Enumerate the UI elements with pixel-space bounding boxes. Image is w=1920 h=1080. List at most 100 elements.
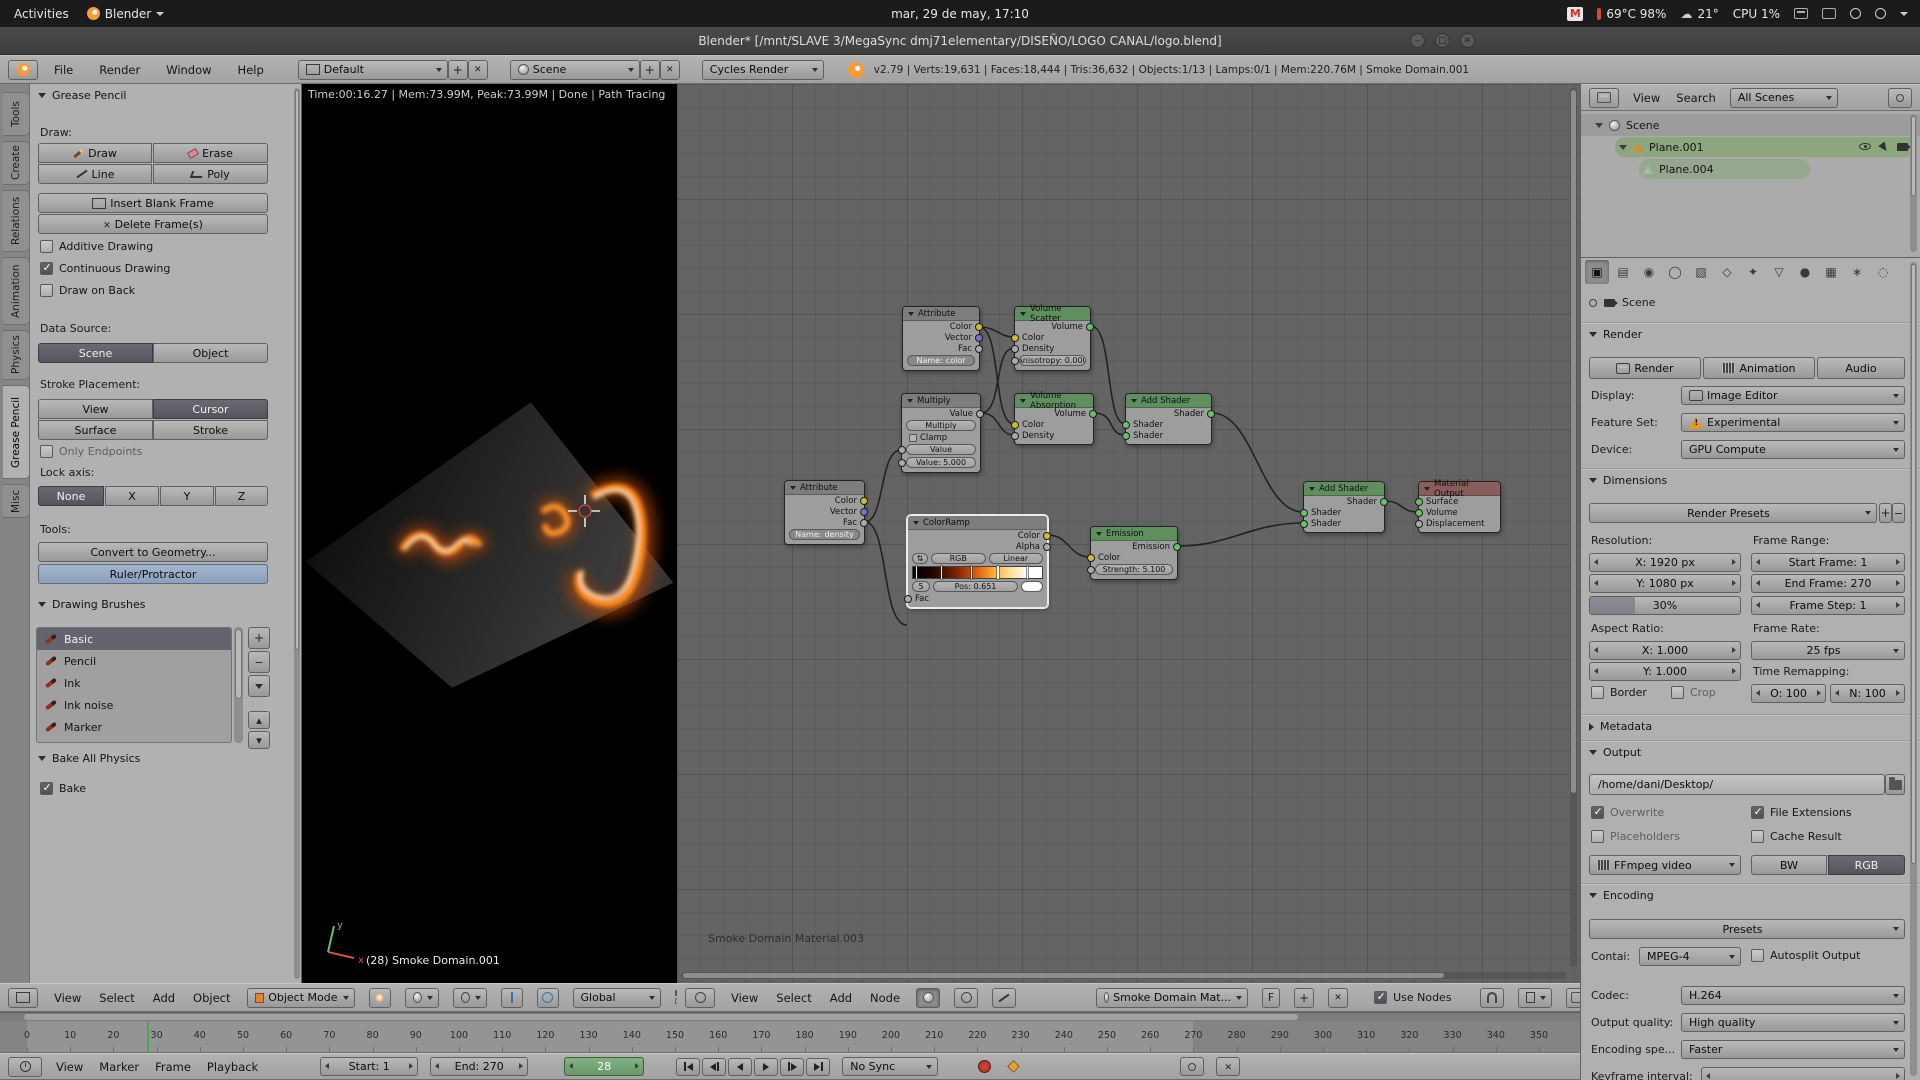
socket-shader-output[interactable] bbox=[1207, 410, 1215, 418]
tab-relations[interactable]: Relations bbox=[3, 190, 30, 252]
codec-selector[interactable]: H.264 bbox=[1681, 986, 1905, 1005]
scene-selector[interactable]: Scene bbox=[510, 60, 640, 80]
color-bw-toggle[interactable]: BW bbox=[1751, 855, 1827, 875]
file-format-selector[interactable]: FFmpeg video bbox=[1589, 855, 1741, 875]
only-endpoints-checkbox[interactable]: Only Endpoints bbox=[40, 445, 142, 458]
ne-menu-node[interactable]: Node bbox=[868, 991, 902, 1005]
tab-tools[interactable]: Tools bbox=[3, 92, 30, 136]
origin-icon-button[interactable] bbox=[369, 988, 391, 1008]
tab-object-icon[interactable]: ▧ bbox=[1689, 260, 1713, 284]
window-maximize-button[interactable]: □ bbox=[1435, 33, 1450, 48]
outliner-menu-search[interactable]: Search bbox=[1674, 91, 1718, 105]
socket-color-input[interactable] bbox=[1011, 421, 1019, 429]
feature-set-selector[interactable]: Experimental bbox=[1681, 413, 1905, 432]
socket-surface-input[interactable] bbox=[1415, 498, 1423, 506]
anisotropy-field[interactable]: Anisotropy: 0.000 bbox=[1019, 355, 1086, 366]
expand-arrow-icon[interactable] bbox=[1619, 145, 1627, 150]
editor-type-button[interactable] bbox=[8, 1057, 42, 1077]
socket-shader-input-2[interactable] bbox=[1122, 432, 1130, 440]
ruler-protractor-button[interactable]: Ruler/Protractor bbox=[38, 564, 268, 584]
bake-checkbox[interactable]: Bake bbox=[40, 782, 86, 795]
node-collapse-icon[interactable] bbox=[1020, 312, 1026, 316]
convert-to-geometry-button[interactable]: Convert to Geometry... bbox=[38, 542, 268, 562]
clamp-checkbox[interactable] bbox=[909, 434, 917, 442]
transform-orientation-selector[interactable]: Global bbox=[573, 988, 661, 1008]
snap-toggle-button[interactable] bbox=[1480, 988, 1504, 1008]
node-collapse-icon[interactable] bbox=[1096, 532, 1102, 536]
tab-data-icon[interactable]: ▽ bbox=[1767, 260, 1791, 284]
tab-render-icon[interactable]: ▣ bbox=[1585, 260, 1609, 284]
node-collapse-icon[interactable] bbox=[1131, 399, 1137, 403]
node-collapse-icon[interactable] bbox=[1020, 399, 1026, 403]
bake-all-physics-panel-header[interactable]: Bake All Physics bbox=[38, 752, 140, 765]
menu-render[interactable]: Render bbox=[97, 63, 142, 77]
value2-field[interactable]: Value: 5.000 bbox=[906, 457, 976, 468]
tab-modifiers-icon[interactable]: ✦ bbox=[1741, 260, 1765, 284]
crop-checkbox[interactable]: Crop bbox=[1671, 686, 1716, 699]
tab-scene-icon[interactable]: ◉ bbox=[1637, 260, 1661, 284]
tl-menu-marker[interactable]: Marker bbox=[97, 1060, 141, 1074]
insert-blank-frame-button[interactable]: Insert Blank Frame bbox=[38, 193, 268, 213]
keyframe-interval-field[interactable] bbox=[1701, 1067, 1905, 1080]
node-add-shader-1[interactable]: Add Shader Shader Shader Shader bbox=[1125, 393, 1212, 445]
current-frame-field[interactable]: 28 bbox=[564, 1057, 644, 1076]
data-source-object-toggle[interactable]: Object bbox=[153, 343, 268, 363]
keyboard-icon[interactable] bbox=[1794, 8, 1808, 19]
brush-list-scrollbar[interactable] bbox=[234, 627, 243, 743]
editor-type-button[interactable] bbox=[8, 60, 38, 80]
network-icon[interactable] bbox=[1822, 8, 1836, 19]
tab-world-icon[interactable]: ◯ bbox=[1663, 260, 1687, 284]
socket-density-input[interactable] bbox=[1011, 432, 1019, 440]
draw-on-back-checkbox[interactable]: Draw on Back bbox=[40, 284, 135, 297]
cache-result-checkbox[interactable]: Cache Result bbox=[1751, 830, 1842, 843]
app-menu-button[interactable]: Blender bbox=[87, 7, 165, 21]
screen-layout-selector[interactable]: Default bbox=[298, 60, 448, 80]
editor-type-button[interactable] bbox=[1589, 88, 1619, 108]
start-frame-field[interactable]: Start: 1 bbox=[320, 1057, 418, 1076]
ramp-stop[interactable] bbox=[941, 566, 942, 579]
record-button[interactable] bbox=[978, 1060, 991, 1073]
tab-physics-icon[interactable]: ◌ bbox=[1871, 260, 1895, 284]
browse-folder-button[interactable] bbox=[1885, 774, 1905, 795]
mode-selector[interactable]: Object Mode bbox=[247, 988, 355, 1008]
current-frame-marker[interactable] bbox=[147, 1021, 149, 1052]
outliner-filter-button[interactable] bbox=[1888, 88, 1912, 108]
socket-vector-output[interactable] bbox=[860, 508, 868, 516]
menu-file[interactable]: File bbox=[52, 63, 75, 77]
node-colorramp[interactable]: ColorRamp Color Alpha ⇅ RGB Linear 5 Pos… bbox=[907, 515, 1048, 608]
socket-shader-output[interactable] bbox=[1380, 498, 1388, 506]
render-presets-selector[interactable]: Render Presets bbox=[1589, 503, 1877, 523]
start-frame-field[interactable]: Start Frame: 1 bbox=[1751, 553, 1905, 572]
delete-frames-button[interactable]: Delete Frame(s) bbox=[38, 214, 268, 234]
socket-volume-output[interactable] bbox=[1086, 323, 1094, 331]
outliner-row-plane001[interactable]: Plane.001 bbox=[1581, 136, 1920, 158]
render-panel-header[interactable]: Render bbox=[1589, 328, 1642, 341]
stroke-view-toggle[interactable]: View bbox=[38, 399, 153, 419]
socket-shader-input-1[interactable] bbox=[1122, 421, 1130, 429]
new-material-button[interactable] bbox=[1294, 988, 1314, 1008]
vp-menu-view[interactable]: View bbox=[52, 991, 83, 1005]
frame-step-field[interactable]: Frame Step: 1 bbox=[1751, 596, 1905, 615]
lock-axis-none-toggle[interactable]: None bbox=[38, 486, 104, 506]
manipulator-translate-toggle[interactable] bbox=[501, 988, 523, 1008]
jump-to-next-keyframe-button[interactable] bbox=[780, 1058, 804, 1076]
keying-set-button[interactable] bbox=[1180, 1057, 1204, 1076]
gmail-badge-icon[interactable]: M bbox=[1567, 7, 1583, 21]
add-layout-button[interactable] bbox=[448, 60, 468, 80]
ramp-color-mode-dropdown[interactable]: RGB bbox=[931, 553, 986, 564]
ne-menu-add[interactable]: Add bbox=[828, 991, 854, 1005]
socket-density-input[interactable] bbox=[1011, 345, 1019, 353]
socket-volume-output[interactable] bbox=[1089, 410, 1097, 418]
shader-type-world-toggle[interactable] bbox=[954, 988, 978, 1008]
erase-button[interactable]: Erase bbox=[153, 143, 268, 163]
manipulator-rotate-toggle[interactable] bbox=[537, 988, 559, 1008]
outliner-row-scene[interactable]: Scene bbox=[1581, 114, 1920, 136]
timeline-ruler[interactable]: 0102030405060708090100110120130140150160… bbox=[0, 1021, 1580, 1053]
ramp-interpolation-dropdown[interactable]: Linear bbox=[989, 553, 1044, 564]
lock-axis-x-toggle[interactable]: X bbox=[105, 486, 159, 506]
menu-help[interactable]: Help bbox=[236, 63, 266, 77]
ramp-tools-button[interactable]: ⇅ bbox=[912, 553, 928, 564]
brush-specials-menu-button[interactable] bbox=[248, 675, 270, 697]
resolution-y-field[interactable]: Y: 1080 px bbox=[1589, 574, 1741, 593]
node-attribute-color[interactable]: Attribute Color Vector Fac Name:color bbox=[902, 306, 980, 371]
